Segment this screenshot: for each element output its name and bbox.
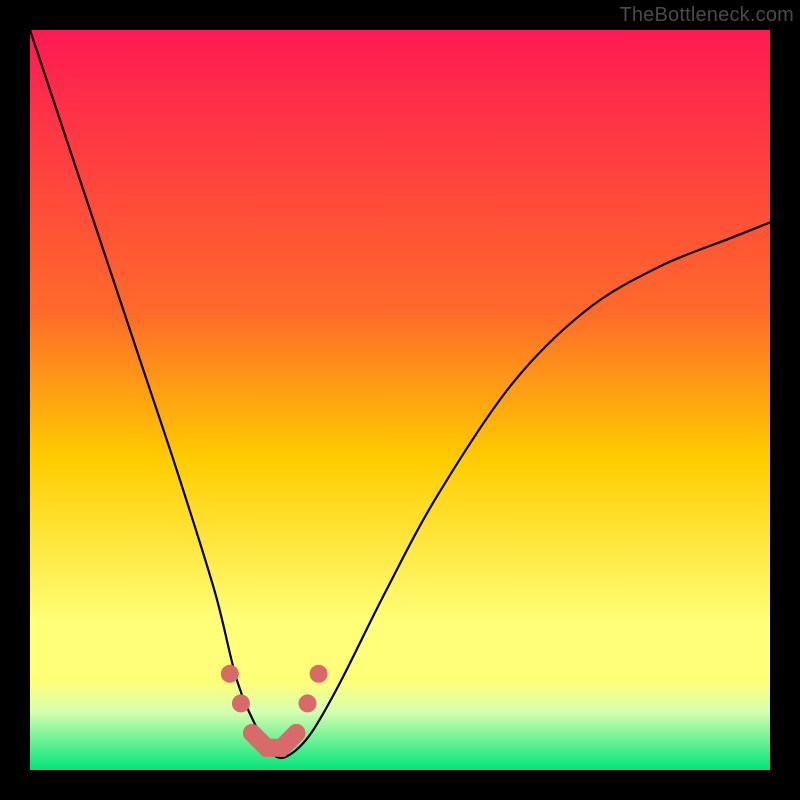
marker-dot bbox=[221, 665, 239, 683]
marker-dot bbox=[232, 694, 250, 712]
gradient-bg bbox=[30, 30, 770, 770]
marker-dot bbox=[299, 694, 317, 712]
chart-stage: TheBottleneck.com bbox=[0, 0, 800, 800]
watermark-text: TheBottleneck.com bbox=[619, 4, 794, 27]
plot-area bbox=[30, 30, 770, 770]
chart-svg bbox=[30, 30, 770, 770]
marker-dot bbox=[310, 665, 328, 683]
